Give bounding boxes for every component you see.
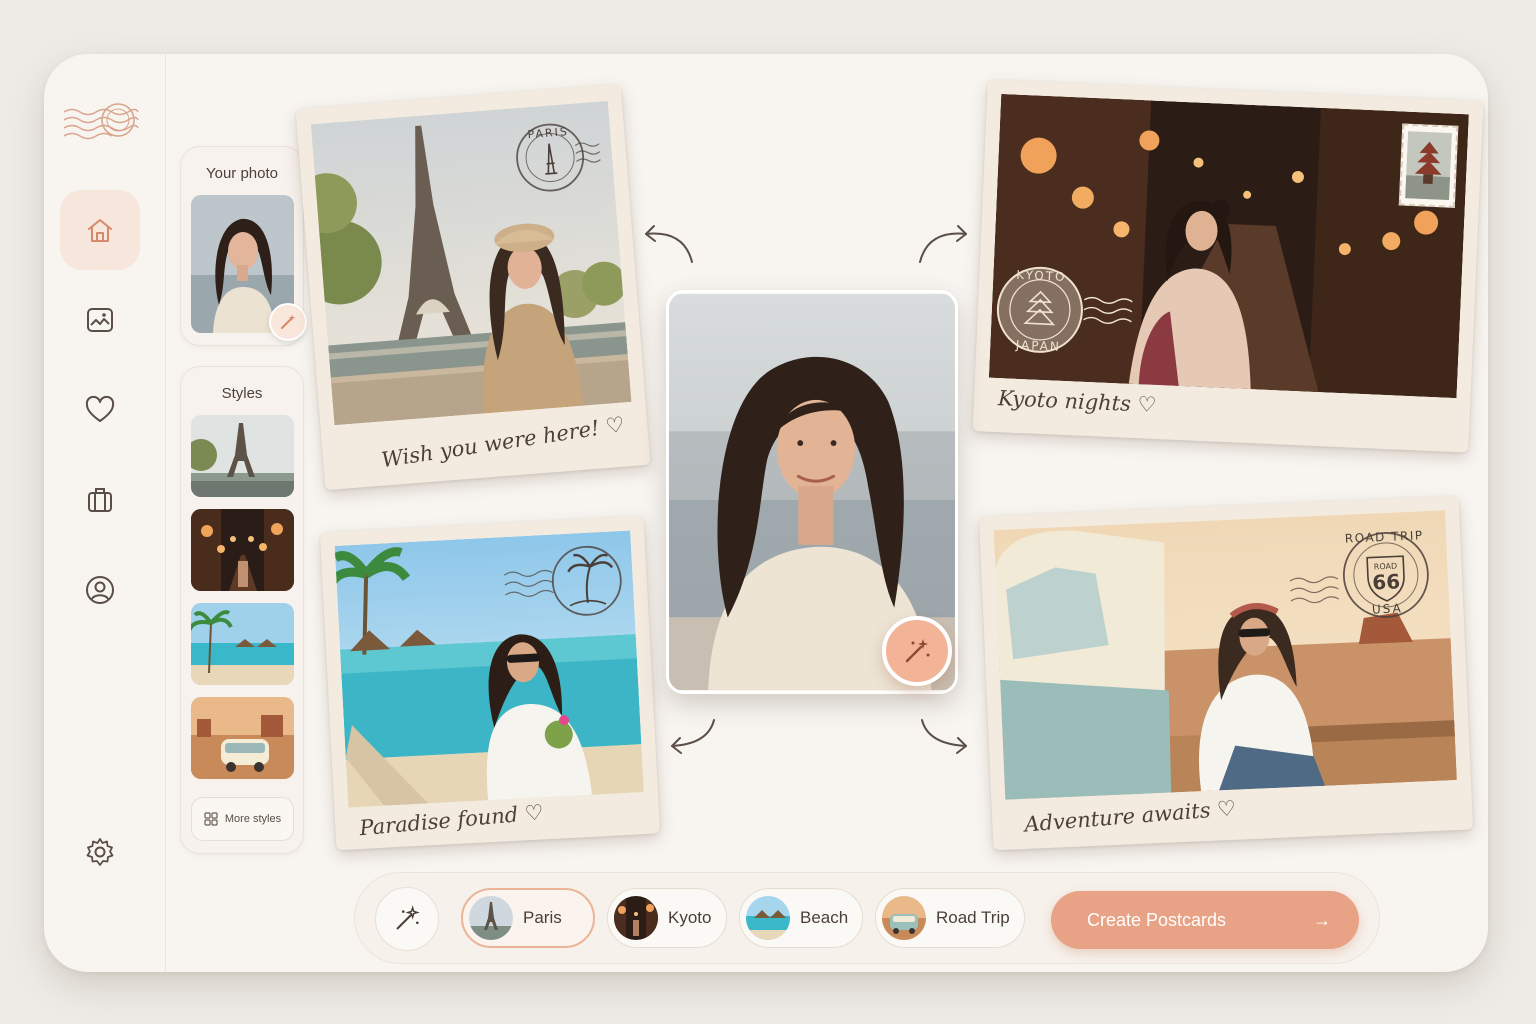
paris-stamp-text: PARIS (527, 125, 569, 141)
paris-caption: Wish you were here! ♡ (379, 412, 627, 473)
paris-stamp-icon: PARIS (516, 123, 601, 192)
kyoto-chip-image (614, 896, 658, 940)
chip-road-trip-label: Road Trip (936, 908, 1010, 927)
nav-gallery[interactable] (60, 280, 140, 360)
postcard-paris[interactable]: PARIS Wish you were here! ♡ (295, 83, 651, 491)
grid-icon (204, 812, 218, 826)
style-thumb-paris[interactable] (191, 415, 294, 497)
arrow-to-paris-icon (645, 225, 693, 263)
styles-panel: Styles More styles (180, 366, 304, 854)
arrow-to-beach-icon (671, 719, 715, 754)
transform-magic-button[interactable] (882, 616, 952, 686)
app-window: Your photo Styles More styles PARIS Wish… (44, 54, 1488, 972)
more-styles-button[interactable]: More styles (191, 797, 294, 841)
chip-beach-label: Beach (800, 908, 849, 927)
user-icon (86, 576, 114, 604)
edit-photo-button[interactable] (269, 303, 307, 341)
image-icon (87, 308, 113, 332)
gear-icon (86, 838, 114, 866)
more-styles-label: More styles (224, 813, 282, 825)
beach-thumbnail-image (191, 603, 294, 685)
chip-paris[interactable]: Paris (461, 888, 595, 948)
palm-tree-stamp-icon (504, 545, 622, 616)
create-postcards-button[interactable]: Create Postcards → (1051, 891, 1359, 949)
arrow-right-icon: → (1313, 909, 1331, 930)
postcard-road-trip[interactable]: ROAD TRIP ROAD 66 USA Adventure awaits ♡ (978, 495, 1474, 851)
magic-wand-icon (281, 314, 296, 329)
nav-trips[interactable] (60, 460, 140, 540)
arrow-to-kyoto-icon (919, 225, 967, 263)
nav-favorites[interactable] (60, 370, 140, 450)
kyoto-japan-stamp-icon: KYOTO JAPAN (996, 266, 1133, 354)
pagoda-stamp-image (1405, 131, 1453, 201)
your-photo-panel: Your photo (180, 146, 307, 346)
postmark-logo-icon (63, 103, 139, 140)
paris-thumbnail-image (191, 415, 294, 497)
postcard-beach[interactable]: Paradise found ♡ (319, 515, 661, 851)
chip-paris-label: Paris (523, 908, 562, 927)
postcard-kyoto[interactable]: KYOTO JAPAN Kyoto nights ♡ (972, 79, 1484, 453)
kyoto-stamp-text-bottom: JAPAN (1014, 338, 1061, 354)
style-selection-bar: Paris Kyoto Beach Road Trip Create Postc… (354, 872, 1380, 964)
kyoto-stamp-text-top: KYOTO (1016, 268, 1067, 284)
kyoto-thumbnail-image (191, 509, 294, 591)
style-thumb-kyoto[interactable] (191, 509, 294, 591)
home-icon (88, 219, 112, 242)
chip-kyoto[interactable]: Kyoto (607, 888, 727, 948)
beach-chip-image (746, 896, 790, 940)
kyoto-caption: Kyoto nights ♡ (997, 386, 1157, 417)
your-photo-title: Your photo (205, 165, 278, 182)
magic-generate-button[interactable] (375, 887, 439, 951)
heart-icon (85, 395, 115, 422)
chip-road-trip[interactable]: Road Trip (875, 888, 1025, 948)
kyoto-postage-stamp (1398, 123, 1459, 208)
styles-title: Styles (221, 385, 263, 402)
magic-wand-icon (905, 639, 930, 663)
route-66-stamp-icon: ROAD TRIP ROAD 66 USA (1289, 528, 1429, 618)
paris-chip-image (469, 896, 513, 940)
chip-beach[interactable]: Beach (739, 888, 863, 948)
chip-kyoto-label: Kyoto (668, 908, 712, 927)
road-trip-caption: Adventure awaits ♡ (1023, 796, 1237, 837)
suitcase-icon (88, 488, 112, 512)
magic-wand-icon (396, 905, 420, 930)
road-stamp-number: 66 (1372, 569, 1401, 594)
road-stamp-text-bottom: USA (1372, 601, 1403, 616)
nav-settings[interactable] (60, 812, 140, 892)
create-postcards-label: Create Postcards (1087, 909, 1227, 930)
style-thumb-road-trip[interactable] (191, 697, 294, 779)
style-thumb-beach[interactable] (191, 603, 294, 685)
nav-home[interactable] (60, 190, 140, 270)
beach-caption: Paradise found ♡ (358, 800, 545, 841)
sidebar-nav (44, 54, 166, 972)
nav-profile[interactable] (60, 550, 140, 630)
road-trip-thumbnail-image (191, 697, 294, 779)
arrow-to-road-trip-icon (921, 719, 967, 754)
road-trip-chip-image (882, 896, 926, 940)
